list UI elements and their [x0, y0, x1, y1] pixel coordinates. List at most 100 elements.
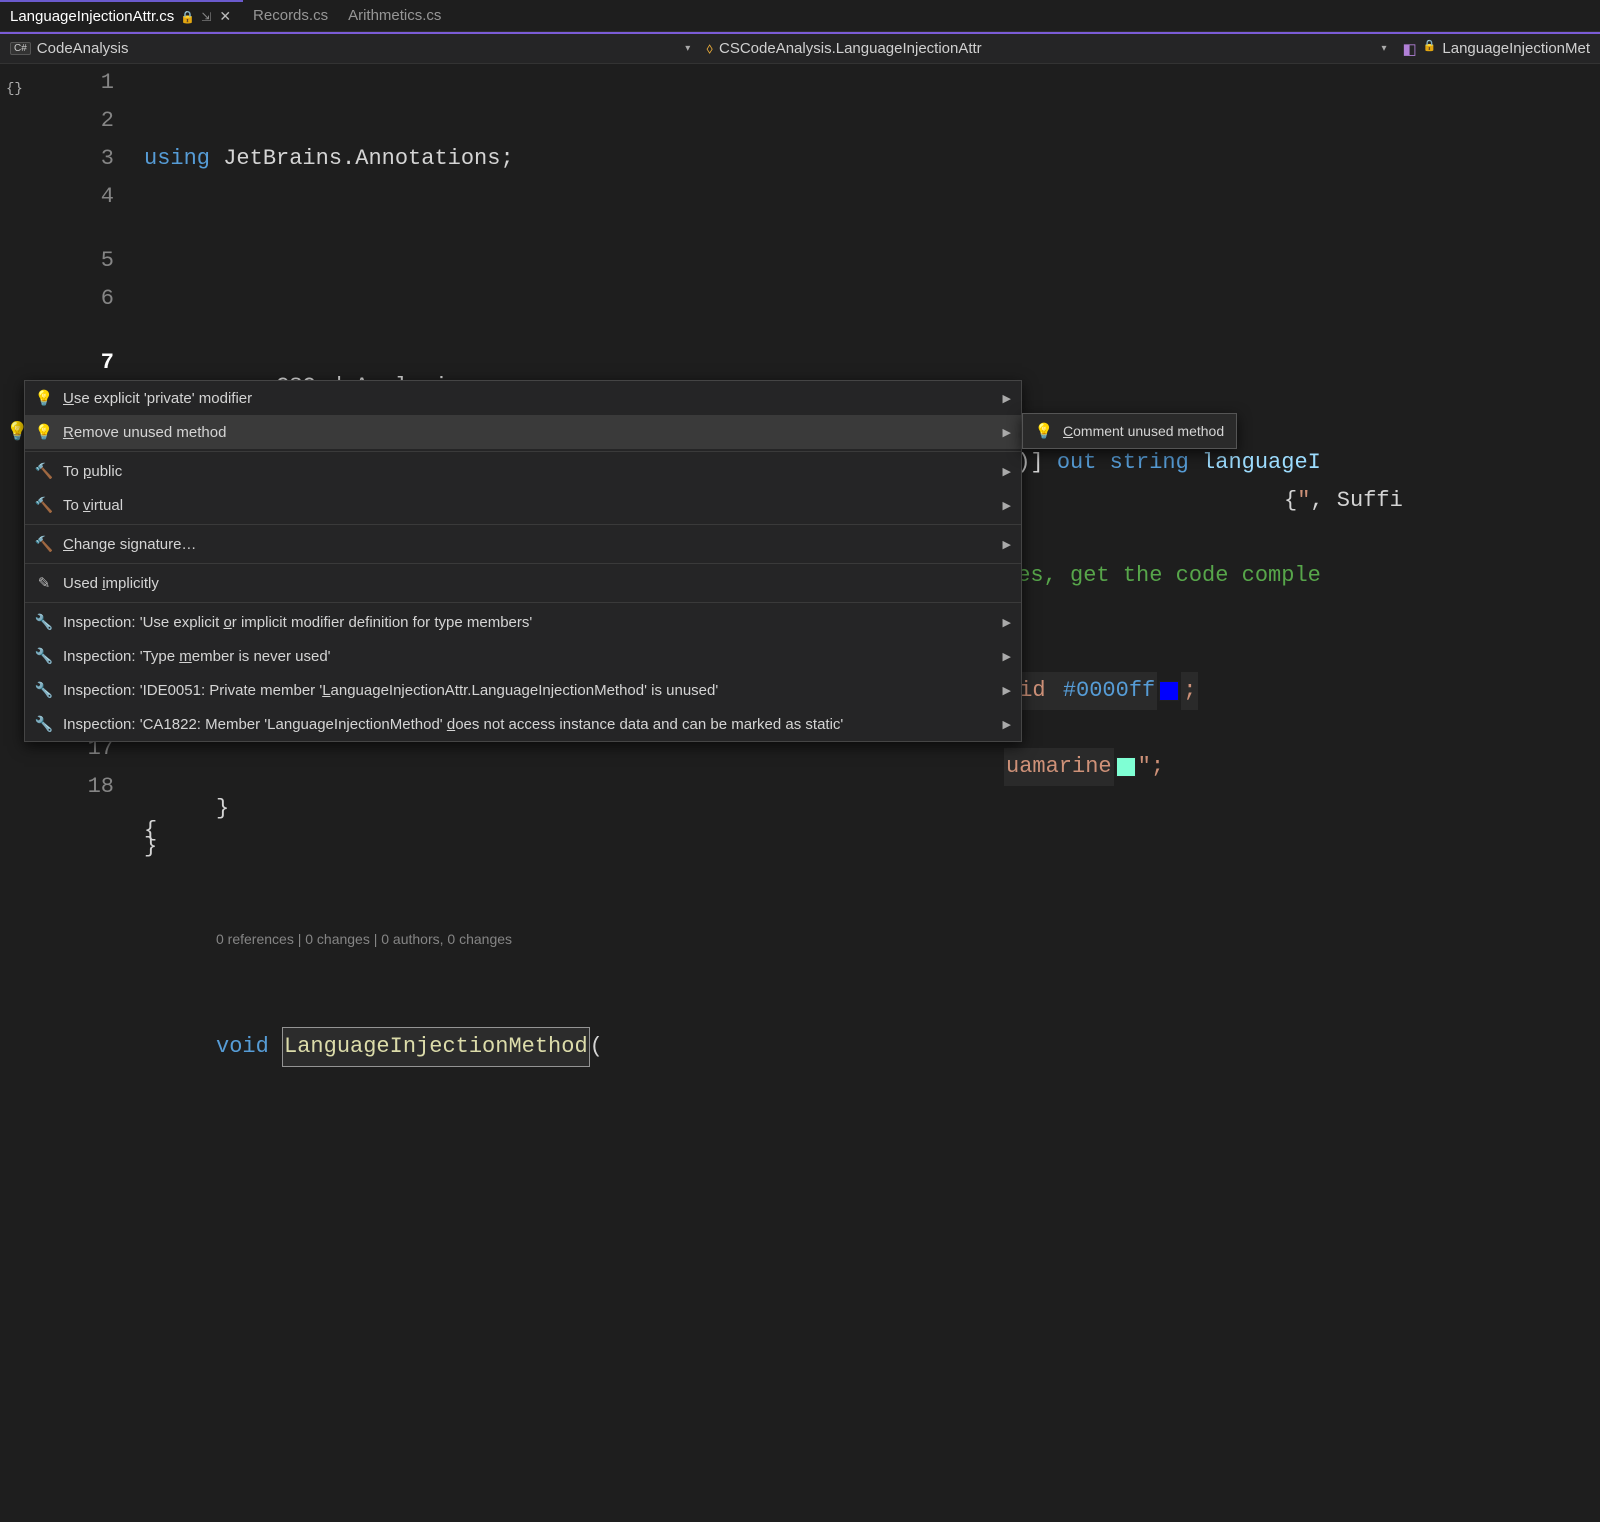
- lightbulb-icon: 💡: [1035, 422, 1053, 440]
- brace: }: [144, 828, 157, 866]
- line-number: 7: [101, 344, 114, 382]
- keyword: out: [1057, 444, 1097, 482]
- editor-tab-bar: LanguageInjectionAttr.cs 🔒 ⇲ ✕ Records.c…: [0, 0, 1600, 32]
- menu-separator: [25, 451, 1021, 452]
- pencil-icon: ✎: [35, 574, 53, 592]
- chevron-right-icon: ▶: [1003, 650, 1011, 663]
- tab-arithmetics[interactable]: Arithmetics.cs: [338, 0, 451, 31]
- chevron-right-icon: ▶: [1003, 616, 1011, 629]
- lock-icon: 🔒: [1423, 39, 1437, 52]
- nav-member-label: LanguageInjectionMet: [1442, 40, 1590, 57]
- wrench-icon: 🔧: [35, 681, 53, 699]
- hammer-icon: 🔨: [35, 496, 53, 514]
- quick-actions-menu: 💡 Use explicit 'private' modifier ▶ 💡 Remove…: [24, 380, 1022, 742]
- bulb-icon: 💡: [35, 423, 53, 441]
- color-swatch-aqua: [1116, 757, 1136, 777]
- glyph-margin: {} 💡: [0, 64, 30, 1522]
- csharp-badge-icon: C#: [10, 42, 31, 55]
- code-text: JetBrains.Annotations;: [210, 140, 514, 178]
- menu-item-label: Inspection: 'Use explicit or implicit mo…: [63, 614, 532, 631]
- menu-item[interactable]: 🔧 Inspection: 'Type member is never used'…: [25, 639, 1021, 673]
- menu-separator: [25, 524, 1021, 525]
- tab-label: LanguageInjectionAttr.cs: [10, 8, 174, 25]
- tab-language-injection[interactable]: LanguageInjectionAttr.cs 🔒 ⇲ ✕: [0, 0, 243, 31]
- menu-separator: [25, 602, 1021, 603]
- menu-item-label: Remove unused method: [63, 424, 226, 441]
- chevron-down-icon: ▾: [685, 43, 690, 54]
- chevron-right-icon: ▶: [1003, 718, 1011, 731]
- hammer-icon: 🔨: [35, 535, 53, 553]
- wrench-icon: 🔧: [35, 647, 53, 665]
- line-number: 18: [88, 768, 114, 806]
- menu-item[interactable]: 💡 Use explicit 'private' modifier ▶: [25, 381, 1021, 415]
- menu-separator: [25, 563, 1021, 564]
- line-number: 3: [101, 140, 114, 178]
- brace: }: [216, 790, 229, 828]
- submenu-comment-unused[interactable]: 💡 Comment unused method: [1023, 414, 1236, 448]
- code-content[interactable]: using JetBrains.Annotations; namespace C…: [144, 64, 1600, 1522]
- line-number: 5: [101, 242, 114, 280]
- nav-scope-label: CodeAnalysis: [37, 40, 129, 57]
- wrench-icon: 🔧: [35, 613, 53, 631]
- tab-label: Records.cs: [253, 7, 328, 24]
- identifier: languageI: [1202, 444, 1321, 482]
- menu-item-label: Used implicitly: [63, 575, 159, 592]
- string: ;: [1181, 672, 1198, 710]
- nav-class-label: CSCodeAnalysis.LanguageInjectionAttr: [719, 40, 982, 57]
- brace: {: [1284, 482, 1297, 520]
- chevron-down-icon: ▾: [1381, 43, 1386, 54]
- nav-class[interactable]: ⬨ CSCodeAnalysis.LanguageInjectionAttr ▾: [702, 38, 1390, 59]
- menu-item-label: To public: [63, 463, 122, 480]
- menu-item[interactable]: ✎ Used implicitly: [25, 566, 1021, 600]
- menu-item-label: Comment unused method: [1063, 423, 1224, 439]
- paren: (: [590, 1028, 603, 1066]
- method-name: LanguageInjectionMethod: [282, 1027, 590, 1067]
- line-number: 6: [101, 280, 114, 318]
- method-icon: ◧: [1403, 40, 1417, 58]
- lock-icon: 🔒: [180, 10, 195, 24]
- line-number-gutter: 1 2 3 4 5 6 7 17 18: [30, 64, 130, 1522]
- close-icon[interactable]: ✕: [217, 8, 233, 25]
- braces-icon: {}: [6, 70, 23, 108]
- menu-item[interactable]: 🔧 Inspection: 'CA1822: Member 'LanguageIn…: [25, 707, 1021, 741]
- menu-item[interactable]: 🔧 Inspection: 'IDE0051: Private member 'L…: [25, 673, 1021, 707]
- color-swatch-blue: [1159, 681, 1179, 701]
- menu-item-label: Use explicit 'private' modifier: [63, 390, 252, 407]
- nav-scope[interactable]: C# CodeAnalysis ▾: [6, 38, 694, 59]
- keyword: void: [216, 1028, 269, 1066]
- fold-margin: [130, 64, 144, 1522]
- tab-records[interactable]: Records.cs: [243, 0, 338, 31]
- menu-item[interactable]: 💡 Remove unused method ▶: [25, 415, 1021, 449]
- code-text: , Suffi: [1310, 482, 1402, 520]
- wrench-icon: 🔧: [35, 715, 53, 733]
- codelens[interactable]: 0 references | 0 changes | 0 authors, 0 …: [144, 926, 1600, 952]
- string: uamarine: [1004, 748, 1114, 786]
- bulb-icon: 💡: [35, 389, 53, 407]
- string: ": [1297, 482, 1310, 520]
- code-editor[interactable]: {} 💡 1 2 3 4 5 6 7 17 18 using JetBrains…: [0, 64, 1600, 1522]
- menu-item[interactable]: 🔧 Inspection: 'Use explicit or implicit m…: [25, 605, 1021, 639]
- line-number: 2: [101, 102, 114, 140]
- menu-item-label: Inspection: 'Type member is never used': [63, 648, 331, 665]
- class-icon: ⬨: [706, 40, 713, 57]
- menu-item[interactable]: 🔨To virtual▶: [25, 488, 1021, 522]
- navigation-bar: C# CodeAnalysis ▾ ⬨ CSCodeAnalysis.Langu…: [0, 34, 1600, 64]
- chevron-right-icon: ▶: [1003, 426, 1011, 439]
- comment: tes, get the code comple: [1004, 557, 1321, 595]
- chevron-right-icon: ▶: [1003, 499, 1011, 512]
- color-value: #0000ff: [1061, 672, 1157, 710]
- chevron-right-icon: ▶: [1003, 392, 1011, 405]
- quick-actions-submenu: 💡 Comment unused method: [1022, 413, 1237, 449]
- pin-icon[interactable]: ⇲: [201, 10, 211, 24]
- nav-member[interactable]: ◧ 🔒 LanguageInjectionMet: [1399, 38, 1595, 60]
- menu-item[interactable]: 🔨 To public ▶: [25, 454, 1021, 488]
- menu-item-label: Inspection: 'CA1822: Member 'LanguageInj…: [63, 716, 843, 733]
- menu-item[interactable]: 🔨 Change signature… ▶: [25, 527, 1021, 561]
- keyword: using: [144, 140, 210, 178]
- menu-item-label: Inspection: 'IDE0051: Private member 'La…: [63, 682, 718, 699]
- chevron-right-icon: ▶: [1003, 538, 1011, 551]
- chevron-right-icon: ▶: [1003, 465, 1011, 478]
- hammer-icon: 🔨: [35, 462, 53, 480]
- line-number: 1: [101, 64, 114, 102]
- menu-item-label: Change signature…: [63, 536, 196, 553]
